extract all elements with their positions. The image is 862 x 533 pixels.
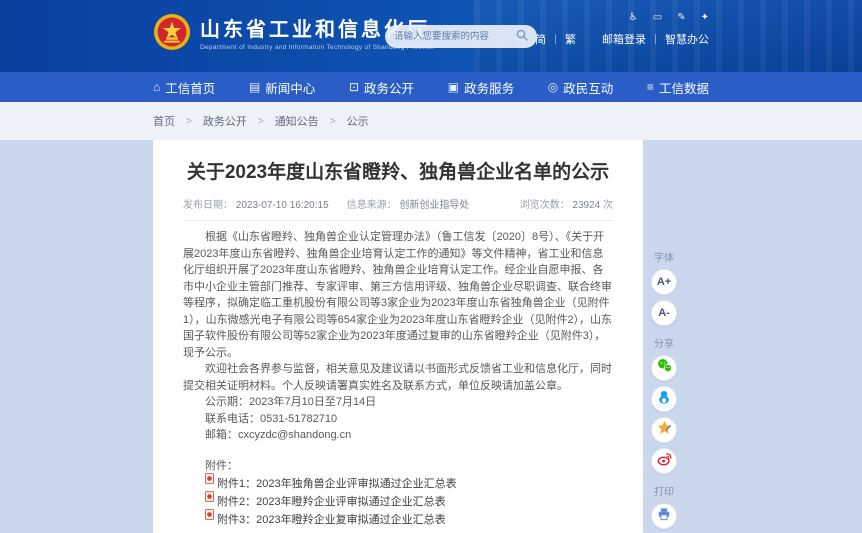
share-favorite-button[interactable] [651, 417, 677, 443]
service-icon: ▣ [448, 80, 459, 94]
lang-simplified-link[interactable]: 简 [535, 31, 546, 47]
interaction-icon: ◎ [548, 80, 558, 94]
header-banner: 山东省工业和信息化厅 Department of Industry and In… [0, 0, 862, 72]
font-decrease-button[interactable]: A- [651, 300, 677, 326]
nav-label: 政务服务 [464, 78, 514, 97]
breadcrumb-notices[interactable]: 通知公告 [275, 113, 319, 129]
print-section-label: 打印 [641, 483, 687, 498]
font-section-label: 字体 [641, 249, 687, 264]
monitor-icon: ⊡ [349, 80, 359, 94]
article-paragraph: 根据《山东省瞪羚、独角兽企业认定管理办法》（鲁工信发〔2020〕8号）、《关于开… [183, 229, 613, 361]
pen-icon[interactable]: ✎ [677, 12, 685, 23]
page-title: 关于2023年度山东省瞪羚、独角兽企业名单的公示 [183, 160, 613, 186]
breadcrumb-home[interactable]: 首页 [153, 113, 175, 129]
share-weibo-button[interactable] [651, 448, 677, 474]
nav-item-news[interactable]: ▤ 新闻中心 [249, 78, 315, 97]
mail-login-link[interactable]: 邮箱登录 [602, 31, 646, 47]
breadcrumb-disclosure[interactable]: 政务公开 [203, 113, 247, 129]
wechat-icon [656, 357, 673, 379]
views-label: 浏览次数： [520, 200, 570, 211]
header-quick-area: ♿ ▭ ✎ ✦ 简 繁 邮箱登录 智慧办公 [535, 12, 709, 47]
main-nav: ⌂ 工信首页 ▤ 新闻中心 ⊡ 政务公开 ▣ 政务服务 ◎ 政民互动 ≡ 工信数… [0, 72, 862, 102]
nav-item-interaction[interactable]: ◎ 政民互动 [548, 78, 614, 97]
contact-email-line: 邮箱：cxcyzdc@shandong.cn [183, 427, 613, 444]
side-toolbar: 字体 A+ A- 分享 [641, 240, 687, 533]
smart-office-link[interactable]: 智慧办公 [665, 31, 709, 47]
attachment-row: 附件2：2023年瞪羚企业评审拟通过企业汇总表 [183, 494, 613, 509]
article-paragraph: 欢迎社会各界参与监督，相关意见及建议请以书面形式反馈省工业和信息化厅，同时提交相… [183, 361, 613, 394]
publish-date-value: 2023-07-10 16:20:15 [236, 200, 329, 211]
views-count: 23924 [572, 200, 600, 211]
data-icon: ≡ [647, 80, 654, 94]
font-increase-button[interactable]: A+ [651, 269, 677, 295]
attachment-row: 附件3：2023年瞪羚企业复审拟通过企业汇总表 [183, 512, 613, 527]
qq-icon [656, 389, 672, 410]
contact-phone-line: 联系电话：0531-51782710 [183, 411, 613, 428]
share-qq-button[interactable] [651, 386, 677, 412]
article-meta: 发布日期： 2023-07-10 16:20:15 信息来源： 创新创业指导处 … [183, 196, 613, 211]
views-unit: 次 [603, 200, 613, 211]
divider [555, 34, 556, 44]
pdf-icon [205, 489, 214, 507]
favorite-star-icon [656, 419, 673, 441]
publish-date-label: 发布日期： [183, 200, 233, 211]
article-card: 关于2023年度山东省瞪羚、独角兽企业名单的公示 发布日期： 2023-07-1… [153, 140, 643, 533]
accessibility-icon[interactable]: ♿ [629, 12, 638, 23]
nav-item-disclosure[interactable]: ⊡ 政务公开 [349, 78, 414, 97]
national-emblem-icon [153, 13, 191, 56]
source-label: 信息来源： [347, 200, 397, 211]
page: 山东省工业和信息化厅 Department of Industry and In… [0, 0, 862, 533]
search-icon[interactable] [516, 28, 528, 46]
sparkle-icon[interactable]: ✦ [701, 12, 709, 23]
attachment-link-2[interactable]: 附件2：2023年瞪羚企业评审拟通过企业汇总表 [217, 493, 446, 509]
site-search [385, 25, 537, 48]
nav-label: 政务公开 [364, 78, 414, 97]
device-icon[interactable]: ▭ [653, 12, 662, 23]
divider [183, 220, 613, 221]
publicity-period-line: 公示期：2023年7月10日至7月14日 [183, 394, 613, 411]
breadcrumb: 首页 > 政务公开 > 通知公告 > 公示 [0, 102, 862, 140]
share-wechat-button[interactable] [651, 355, 677, 381]
nav-label: 新闻中心 [265, 78, 315, 97]
home-icon: ⌂ [153, 80, 160, 94]
pdf-icon [205, 471, 214, 489]
news-icon: ▤ [249, 80, 260, 94]
printer-icon [656, 506, 672, 527]
nav-label: 工信首页 [165, 78, 215, 97]
search-input[interactable] [394, 31, 512, 42]
breadcrumb-current: 公示 [347, 113, 369, 129]
nav-item-service[interactable]: ▣ 政务服务 [448, 78, 514, 97]
attachments-label: 附件： [183, 457, 613, 473]
divider [655, 34, 656, 44]
breadcrumb-separator: > [186, 116, 192, 127]
attachment-link-3[interactable]: 附件3：2023年瞪羚企业复审拟通过企业汇总表 [217, 511, 446, 527]
breadcrumb-separator: > [330, 116, 336, 127]
nav-label: 工信数据 [659, 78, 709, 97]
lang-traditional-link[interactable]: 繁 [565, 31, 576, 47]
nav-item-data[interactable]: ≡ 工信数据 [647, 78, 709, 97]
attachment-row: 附件1：2023年独角兽企业评审拟通过企业汇总表 [183, 476, 613, 491]
attachment-link-1[interactable]: 附件1：2023年独角兽企业评审拟通过企业汇总表 [217, 475, 457, 491]
weibo-icon [656, 450, 673, 472]
breadcrumb-separator: > [258, 116, 264, 127]
nav-label: 政民互动 [563, 78, 613, 97]
nav-item-home[interactable]: ⌂ 工信首页 [153, 78, 215, 97]
pdf-icon [205, 507, 214, 525]
print-button[interactable] [651, 503, 677, 529]
share-section-label: 分享 [641, 335, 687, 350]
source-value: 创新创业指导处 [399, 200, 469, 211]
